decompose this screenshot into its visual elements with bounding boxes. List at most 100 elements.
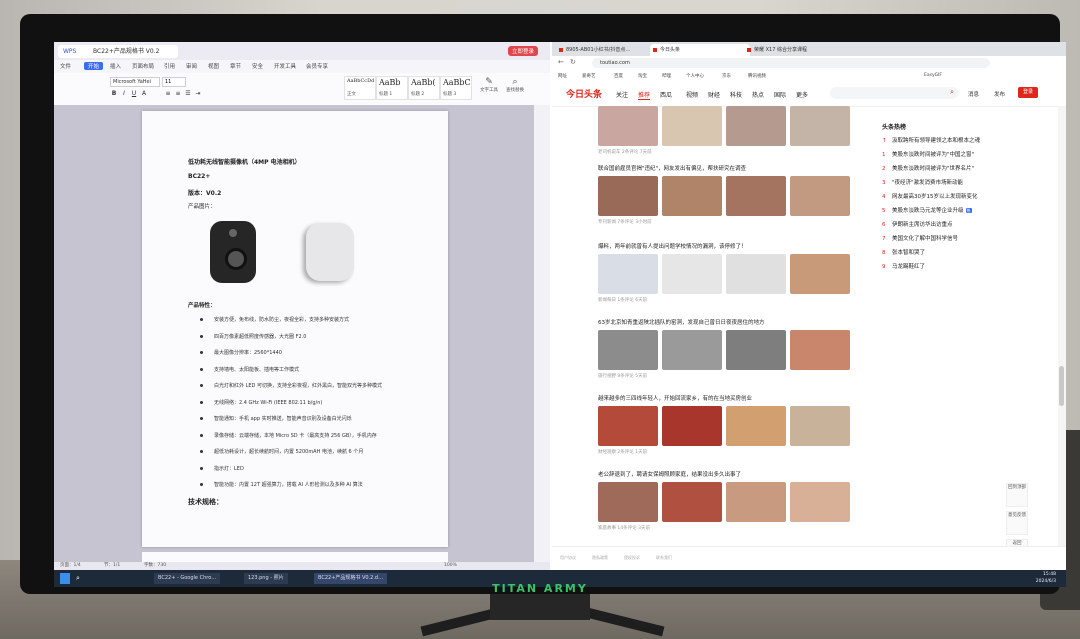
text-tools-button[interactable]: ✎ 文字工具 — [478, 77, 500, 99]
bookmark[interactable]: 百度 — [614, 73, 623, 79]
menu-references[interactable]: 引用 — [164, 62, 175, 70]
bookmark[interactable]: 爱奇艺 — [582, 73, 596, 79]
style-name: 标题 1 — [379, 92, 393, 97]
hot-item[interactable]: ↑ 汲取跨所有领导建领之本和根本之魂 — [882, 136, 980, 144]
reload-icon[interactable]: ↻ — [570, 58, 576, 66]
hot-item[interactable]: 6 伊朗新主席访华出访重点 — [882, 220, 953, 228]
browser-scrollbar[interactable] — [1058, 106, 1066, 546]
menu-dev-tools[interactable]: 开发工具 — [274, 62, 296, 70]
footer-link[interactable]: 用户协议 — [560, 555, 576, 561]
style-heading-3[interactable]: AaBbC 标题 3 — [440, 76, 472, 100]
align-left-icon[interactable]: ≡ — [164, 90, 172, 98]
italic-icon[interactable]: I — [120, 90, 128, 98]
hot-item[interactable]: 4 网友最高30岁15岁以上发现新变化 — [882, 192, 978, 200]
document-page[interactable]: 低功耗无线智能摄像机（4MP 电池相机） BC22+ 版本：V0.2 产品图片：… — [142, 111, 448, 547]
style-heading-1[interactable]: AaBb 标题 1 — [376, 76, 408, 100]
bookmark[interactable]: 网址 — [558, 73, 567, 79]
article-title[interactable]: 爆料，两年前就曾有人提出问题学校情况的漏洞，该停修了！ — [598, 242, 747, 250]
style-normal[interactable]: AaBbCcDd 正文 — [344, 76, 376, 100]
login-button[interactable]: 立即登录 — [507, 46, 538, 56]
messages-link[interactable]: 消息 — [968, 90, 979, 98]
article-title[interactable]: 63岁北京知青重返陕北插队的窑洞，发现自己曾日日夜夜居住的地方 — [598, 318, 765, 326]
nav-follow[interactable]: 关注 — [616, 90, 628, 99]
font-color-icon[interactable]: A — [140, 90, 148, 98]
footer-link[interactable]: 隐私政策 — [592, 555, 608, 561]
bookmark[interactable]: 腾讯视频 — [748, 73, 766, 79]
browser-tab-active[interactable]: 今日头条 — [650, 44, 750, 56]
article-thumbnail — [790, 176, 850, 216]
taskbar-search-icon[interactable]: ⌕ — [76, 573, 86, 584]
list-icon[interactable]: ☰ — [184, 90, 192, 98]
style-heading-2[interactable]: AaBb( 标题 2 — [408, 76, 440, 100]
back-to-top-button[interactable]: 回到顶部 — [1006, 483, 1028, 507]
nav-tech[interactable]: 科技 — [730, 90, 742, 99]
nav-xigua[interactable]: 西瓜 — [660, 90, 672, 99]
taskbar-chrome[interactable]: BC22+ - Google Chro… — [154, 573, 221, 584]
font-size-select[interactable]: 11 — [162, 77, 186, 87]
underline-icon[interactable]: U — [130, 90, 138, 98]
nav-more[interactable]: 更多 — [796, 90, 808, 99]
menu-chapter[interactable]: 章节 — [230, 62, 241, 70]
nav-finance[interactable]: 财经 — [708, 90, 720, 99]
browser-tab[interactable]: 荣耀 X17 综合分享课程 — [744, 44, 844, 56]
menu-home[interactable]: 开始 — [84, 62, 104, 70]
bookmark[interactable]: 个人中心 — [686, 73, 704, 79]
align-center-icon[interactable]: ≡ — [174, 90, 182, 98]
menu-insert[interactable]: 插入 — [110, 62, 121, 70]
hot-item[interactable]: 2 美股东淡跌时间被评为"世界名片" — [882, 164, 974, 172]
toutiao-search-input[interactable]: ⌕ — [830, 87, 958, 99]
hot-item[interactable]: 5 美股东淡跌马元龙等企业升级热 — [882, 206, 972, 214]
tab-wps-home[interactable]: WPS — [58, 45, 92, 58]
menu-view[interactable]: 视图 — [208, 62, 219, 70]
zoom-level[interactable]: 100% — [444, 562, 457, 570]
toutiao-logo[interactable]: 今日头条 — [566, 87, 602, 100]
toutiao-login-button[interactable]: 登录 — [1018, 87, 1038, 98]
nav-recommend[interactable]: 推荐 — [638, 90, 651, 100]
back-icon[interactable]: ← — [558, 58, 564, 66]
menu-file[interactable]: 文件 — [60, 62, 71, 70]
nav-international[interactable]: 国际 — [774, 90, 786, 99]
post-link[interactable]: 发布 — [994, 90, 1005, 98]
font-name-select[interactable]: Microsoft YaHei — [110, 77, 160, 87]
taskbar-photos[interactable]: 123.png - 照片 — [244, 573, 288, 584]
tab-document[interactable]: BC22+产品规格书 V0.2 — [88, 45, 178, 58]
article-thumbnail — [790, 106, 850, 146]
taskbar-wps[interactable]: BC22+产品规格书 V0.2.d… — [314, 573, 388, 584]
menu-member[interactable]: 会员专享 — [306, 62, 328, 70]
hot-item[interactable]: 9 马龙踢鞋红了 — [882, 262, 925, 270]
bookmark[interactable]: 哔哩 — [662, 73, 671, 79]
footer-link[interactable]: 侵权投诉 — [624, 555, 640, 561]
indent-icon[interactable]: ⇥ — [194, 90, 202, 98]
article-thumbnail — [662, 254, 722, 294]
bold-icon[interactable]: B — [110, 90, 118, 98]
bookmark[interactable]: 淘宝 — [638, 73, 647, 79]
search-icon[interactable]: ⌕ — [950, 88, 954, 97]
menu-layout[interactable]: 页面布局 — [132, 62, 154, 70]
scrollbar-thumb[interactable] — [1059, 366, 1064, 406]
hot-item[interactable]: 1 美股东淡跌时间被评为"中国之窗" — [882, 150, 974, 158]
browser-tab[interactable]: 8905-AB01小红书/抖音点… — [556, 44, 656, 56]
hot-item[interactable]: 8 张本智和哭了 — [882, 248, 925, 256]
bookmark[interactable]: EasyGIF — [924, 73, 942, 78]
feedback-button[interactable]: 意见反馈 — [1006, 511, 1028, 535]
feature-item: 白光灯和红外 LED 可切换，支持全彩夜视，红外黑白，智能双光等多种模式 — [198, 382, 438, 399]
article-title[interactable]: 联合国前雇员官揭"违纪"，网友发出有偏见，帮扶研究在调查 — [598, 164, 746, 172]
wps-side-toolbar[interactable] — [534, 105, 550, 562]
hot-item[interactable]: 3 "夜经济"激发消费市场新动能 — [882, 178, 963, 186]
nav-hot[interactable]: 热点 — [752, 90, 764, 99]
nav-video[interactable]: 视频 — [686, 90, 698, 99]
menu-security[interactable]: 安全 — [252, 62, 263, 70]
article-title[interactable]: 越来越多的三四线年轻人，开始回流家乡，有的在当地买房创业 — [598, 394, 752, 402]
bookmark[interactable]: 京东 — [722, 73, 731, 79]
menu-review[interactable]: 审阅 — [186, 62, 197, 70]
footer-link[interactable]: 联系我们 — [656, 555, 672, 561]
find-replace-button[interactable]: ⌕ 查找替换 — [504, 77, 526, 99]
article-title[interactable]: 老公辞退到了，聘请女保姆照顾家庭，结果没出多久出事了 — [598, 470, 741, 478]
taskbar-clock[interactable]: 15:48 2024/6/3 — [1036, 571, 1056, 585]
white-camera-image — [306, 223, 354, 281]
article-thumbnail — [662, 406, 722, 446]
hot-item[interactable]: 7 美国文化了解中国科学信号 — [882, 234, 958, 242]
windows-start-icon[interactable] — [60, 573, 70, 584]
doc-title: 低功耗无线智能摄像机（4MP 电池相机） — [188, 159, 301, 166]
url-field[interactable]: toutiao.com — [592, 58, 990, 68]
